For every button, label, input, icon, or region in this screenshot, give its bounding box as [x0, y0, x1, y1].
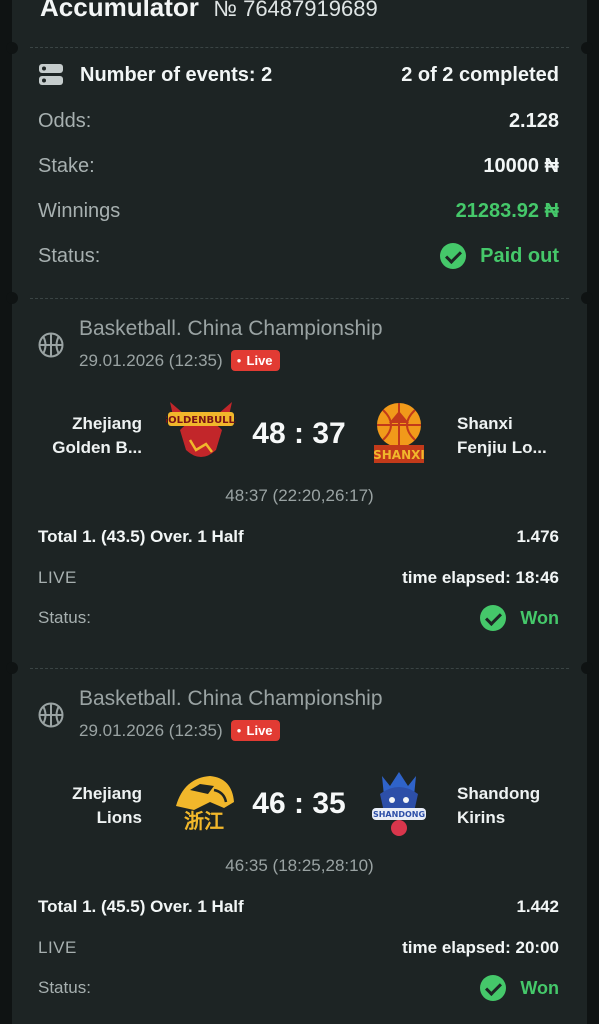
winnings-row: Winnings 21283.92 ₦ [38, 200, 559, 223]
card-notch [6, 292, 18, 304]
away-team-line: Kirins [457, 808, 506, 827]
away-team-name: Shandong Kirins [457, 782, 587, 830]
event-datetime: 29.01.2026 (12:35) [79, 350, 223, 370]
bet-odds: 1.476 [516, 527, 559, 546]
period-scores: 46:35 (18:25,28:10) [225, 856, 374, 875]
bet-odds: 1.442 [516, 897, 559, 916]
check-circle-icon [440, 243, 467, 269]
away-team-line: Shandong [457, 784, 541, 803]
league-name: Basketball. China Championship [79, 687, 383, 710]
status-value: Paid out [480, 244, 559, 267]
shandong-kirins-logo: SHANDONG [372, 772, 426, 836]
odds-value: 2.128 [508, 110, 559, 132]
home-team-line: Zhejiang [72, 784, 142, 803]
odds-row: Odds: 2.128 [38, 110, 559, 133]
events-count-row: Number of events: 2 2 of 2 completed [38, 63, 559, 87]
basketball-icon [38, 702, 64, 728]
home-team-line: Lions [96, 808, 142, 827]
away-team-name: Shanxi Fenjiu Lo... [457, 412, 587, 460]
odds-label: Odds: [38, 110, 92, 132]
match-score: 46 : 35 [252, 787, 346, 820]
live-row: LIVE time elapsed: 20:00 [38, 938, 559, 958]
live-badge: Live [230, 350, 280, 371]
stake-row: Stake: 10000 ₦ [38, 155, 559, 178]
bet-mode: LIVE [38, 938, 77, 957]
bet-row: Total 1. (45.5) Over. 1 Half 1.442 [38, 897, 559, 917]
bet-row: Total 1. (43.5) Over. 1 Half 1.476 [38, 527, 559, 547]
live-badge: Live [230, 720, 280, 741]
card-notch [581, 292, 593, 304]
stake-label: Stake: [38, 155, 95, 177]
status-label: Status: [38, 244, 101, 267]
zhejiang-lions-logo: 浙江 [176, 776, 234, 833]
check-circle-icon [480, 605, 507, 631]
divider [30, 668, 569, 669]
match-score: 48 : 37 [252, 417, 346, 450]
time-elapsed: time elapsed: 20:00 [402, 938, 559, 957]
basketball-icon [38, 332, 64, 358]
events-count: Number of events: 2 [80, 63, 273, 86]
event-status-row: Status: Won [38, 975, 559, 1001]
event-status-row: Status: Won [38, 605, 559, 631]
home-team-line: Zhejiang [72, 414, 142, 433]
divider [30, 47, 569, 48]
card-notch [581, 42, 593, 54]
event-date-row: 29.01.2026 (12:35) Live [79, 720, 280, 741]
bet-mode: LIVE [38, 568, 77, 587]
home-team-line: Golden B... [52, 438, 142, 457]
bet-selection: Total 1. (45.5) Over. 1 Half [38, 897, 244, 916]
status-row: Status: Paid out [38, 243, 559, 269]
bet-type-title: Accumulator [40, 0, 199, 22]
event-card[interactable]: Basketball. China Championship 29.01.202… [6, 292, 593, 668]
bet-selection: Total 1. (43.5) Over. 1 Half [38, 527, 244, 546]
event-status-value: Won [520, 607, 559, 628]
card-notch [6, 42, 18, 54]
check-circle-icon [480, 975, 507, 1001]
winnings-label: Winnings [38, 200, 121, 222]
logo-text: SHANXI [373, 448, 425, 462]
home-team-name: Zhejiang Lions [12, 782, 142, 830]
away-team-line: Fenjiu Lo... [457, 438, 547, 457]
event-card[interactable]: Basketball. China Championship 29.01.202… [6, 662, 593, 1024]
away-team-line: Shanxi [457, 414, 513, 433]
golden-bulls-logo: GOLDENBULLS [166, 402, 236, 457]
league-name: Basketball. China Championship [79, 317, 383, 340]
shanxi-logo: SHANXI [373, 403, 425, 463]
stake-value: 10000 ₦ [483, 155, 559, 177]
card-notch [6, 662, 18, 674]
event-status-value: Won [520, 977, 559, 998]
event-datetime: 29.01.2026 (12:35) [79, 720, 223, 740]
divider [30, 298, 569, 299]
header-row: Accumulator № 76487919689 [40, 0, 378, 23]
event-status-label: Status: [38, 608, 91, 627]
period-scores: 48:37 (22:20,26:17) [225, 486, 374, 505]
logo-text: 浙江 [184, 809, 224, 833]
time-elapsed: time elapsed: 18:46 [402, 568, 559, 587]
completed-count: 2 of 2 completed [401, 63, 559, 86]
winnings-value: 21283.92 ₦ [455, 200, 559, 222]
event-date-row: 29.01.2026 (12:35) Live [79, 350, 280, 371]
live-row: LIVE time elapsed: 18:46 [38, 568, 559, 588]
bet-summary-card: Accumulator № 76487919689 Number of even… [6, 0, 593, 298]
event-status-label: Status: [38, 978, 91, 997]
home-team-name: Zhejiang Golden B... [12, 412, 142, 460]
logo-text: SHANDONG [373, 810, 425, 819]
events-list-icon [39, 64, 63, 85]
card-notch [581, 662, 593, 674]
ticket-number: № 76487919689 [213, 0, 378, 21]
logo-text: GOLDENBULLS [166, 415, 236, 426]
